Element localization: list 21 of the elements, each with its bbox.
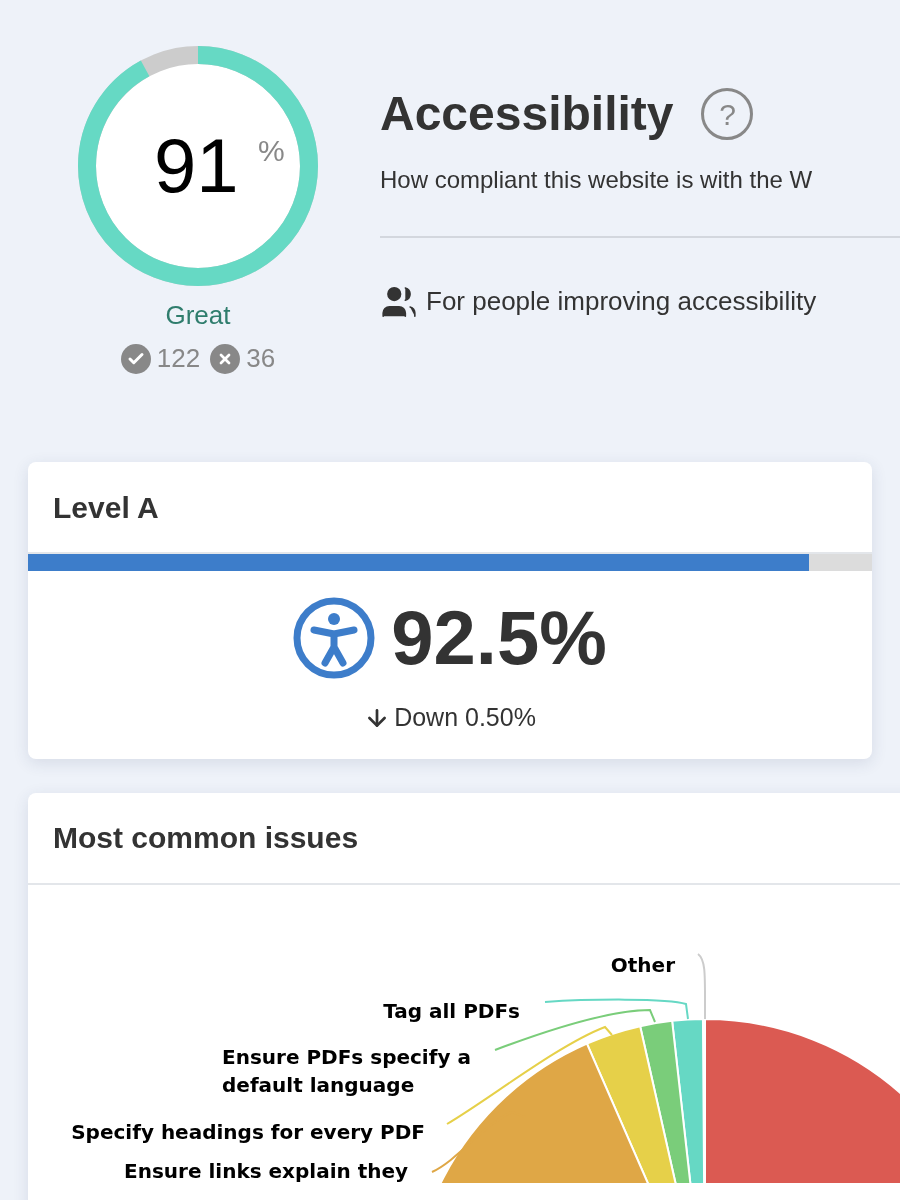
- audience-text: For people improving accessibility: [426, 285, 817, 318]
- accessibility-icon: [293, 597, 376, 679]
- slice-label: Ensure links explain they: [124, 1157, 409, 1183]
- slice-label: Specify headings for every PDF: [71, 1118, 425, 1146]
- change-text: Down 0.50%: [394, 702, 536, 733]
- passed-count: 122: [156, 342, 201, 375]
- slice-label: Ensure PDFs specify a default language: [222, 1043, 472, 1099]
- page-title: Accessibility: [380, 90, 674, 138]
- close-icon: [210, 343, 241, 374]
- check-icon: [120, 343, 151, 374]
- score-value: 91: [154, 128, 239, 204]
- card-title: Most common issues: [53, 820, 359, 856]
- score-rating: Great: [165, 299, 231, 332]
- score-unit: %: [258, 136, 285, 166]
- slice-label: Tag all PDFs: [383, 997, 520, 1025]
- help-button[interactable]: ?: [701, 88, 754, 140]
- card-title: Level A: [53, 489, 159, 526]
- level-value: 92.5%: [391, 600, 607, 676]
- description: How compliant this website is with the W: [380, 165, 814, 195]
- slice-label: Other: [610, 951, 675, 979]
- failed-count: 36: [246, 342, 276, 375]
